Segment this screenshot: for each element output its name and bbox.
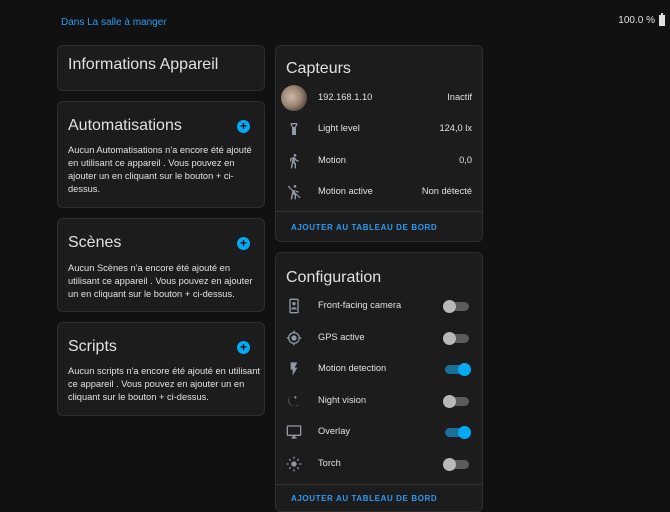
toggle-knob — [443, 332, 456, 345]
config-row-night-vision[interactable]: Night vision — [276, 386, 482, 416]
sensor-value: 0,0 — [459, 155, 472, 165]
config-label: Night vision — [318, 395, 367, 405]
scripts-card: Scripts + Aucun scripts n'a encore été a… — [57, 322, 265, 416]
sensor-value: 124,0 lx — [439, 123, 472, 133]
device-info-card: Informations Appareil — [57, 45, 265, 91]
brightness-icon — [286, 456, 302, 472]
sensor-value: Non détecté — [421, 186, 472, 196]
sensor-row-camera[interactable]: 192.168.1.10 Inactif — [276, 83, 482, 113]
walk-icon — [290, 154, 299, 169]
sensor-label: Motion — [318, 155, 346, 165]
card-divider — [276, 484, 482, 485]
phone-camera-icon — [289, 298, 299, 314]
overlay-toggle[interactable] — [445, 426, 471, 439]
sensor-label: Light level — [318, 123, 360, 133]
sensor-label: Motion active — [318, 186, 373, 196]
sensor-row-motion-active[interactable]: Motion active Non détecté — [276, 177, 482, 207]
add-sensors-to-dashboard-button[interactable]: AJOUTER AU TABLEAU DE BORD — [291, 223, 437, 232]
scenes-empty-text: Aucun Scènes n'a encore été ajouté en ut… — [68, 263, 253, 299]
monitor-icon — [286, 425, 302, 439]
flash-icon — [290, 362, 298, 376]
crosshairs-gps-icon — [286, 330, 302, 346]
motion-detection-toggle[interactable] — [445, 363, 471, 376]
gps-active-toggle[interactable] — [443, 332, 469, 345]
automations-title: Automatisations — [68, 117, 182, 134]
add-configuration-to-dashboard-button[interactable]: AJOUTER AU TABLEAU DE BORD — [291, 494, 437, 503]
flashlight-icon — [290, 123, 298, 135]
config-label: Motion detection — [318, 363, 387, 373]
config-row-gps-active[interactable]: GPS active — [276, 323, 482, 353]
sensor-row-motion[interactable]: Motion 0,0 — [276, 146, 482, 176]
sensors-card: Capteurs 192.168.1.10 Inactif Light leve… — [275, 45, 483, 242]
motion-off-icon — [287, 185, 301, 200]
automations-empty-text: Aucun Automatisations n'a encore été ajo… — [68, 145, 252, 194]
weather-night-icon — [288, 395, 300, 407]
configuration-title: Configuration — [286, 269, 382, 286]
scenes-card: Scènes + Aucun Scènes n'a encore été ajo… — [57, 218, 265, 312]
toggle-knob — [443, 458, 456, 471]
scenes-title: Scènes — [68, 234, 122, 251]
sensors-title: Capteurs — [286, 60, 351, 77]
toggle-knob — [458, 363, 471, 376]
add-automation-button[interactable]: + — [237, 120, 250, 133]
config-row-overlay[interactable]: Overlay — [276, 417, 482, 447]
camera-thumbnail — [281, 85, 307, 111]
toggle-knob — [443, 395, 456, 408]
config-row-torch[interactable]: Torch — [276, 449, 482, 479]
torch-toggle[interactable] — [443, 458, 469, 471]
sensor-label: 192.168.1.10 — [318, 92, 373, 102]
night-vision-toggle[interactable] — [443, 395, 469, 408]
battery-status: 100.0 % — [618, 13, 665, 26]
sensor-row-light-level[interactable]: Light level 124,0 lx — [276, 114, 482, 144]
scripts-empty-text: Aucun scripts n'a encore été ajouté en u… — [68, 366, 260, 402]
battery-icon — [659, 13, 665, 26]
config-label: Torch — [318, 458, 341, 468]
add-scene-button[interactable]: + — [237, 237, 250, 250]
front-facing-camera-toggle[interactable] — [443, 300, 469, 313]
config-row-motion-detection[interactable]: Motion detection — [276, 354, 482, 384]
area-link[interactable]: Dans La salle à manger — [61, 17, 167, 28]
toggle-knob — [443, 300, 456, 313]
add-script-button[interactable]: + — [237, 341, 250, 354]
config-label: Front-facing camera — [318, 300, 402, 310]
battery-level: 100.0 % — [618, 15, 655, 26]
config-row-front-facing-camera[interactable]: Front-facing camera — [276, 291, 482, 321]
card-divider — [276, 211, 482, 212]
device-info-title: Informations Appareil — [68, 56, 219, 73]
toggle-knob — [458, 426, 471, 439]
configuration-card: Configuration Front-facing camera GPS ac… — [275, 252, 483, 512]
top-bar: Dans La salle à manger 100.0 % — [0, 0, 670, 44]
scripts-title: Scripts — [68, 338, 117, 355]
sensor-value: Inactif — [447, 92, 472, 102]
config-label: Overlay — [318, 426, 351, 436]
automations-card: Automatisations + Aucun Automatisations … — [57, 101, 265, 208]
config-label: GPS active — [318, 332, 365, 342]
